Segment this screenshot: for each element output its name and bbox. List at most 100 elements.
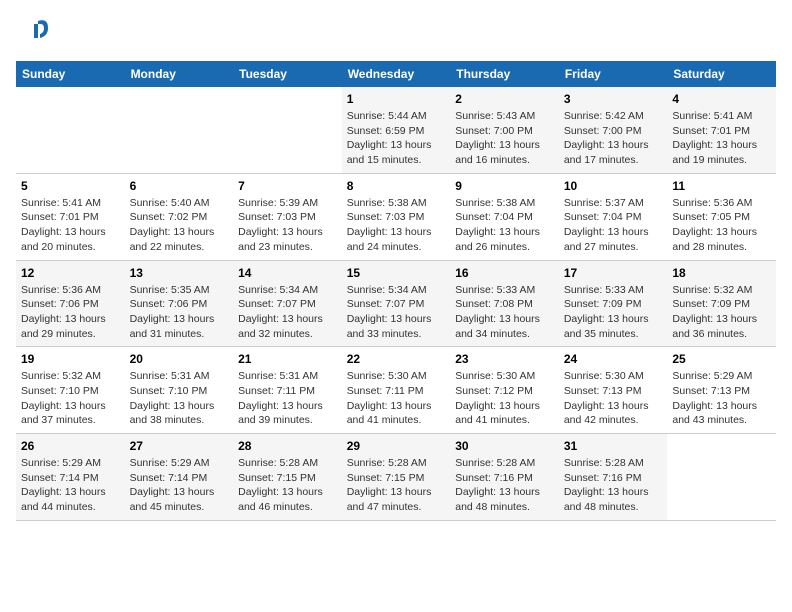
calendar-cell: 1 Sunrise: 5:44 AM Sunset: 6:59 PM Daylig…	[342, 87, 451, 173]
calendar-cell: 16 Sunrise: 5:33 AM Sunset: 7:08 PM Dayli…	[450, 260, 559, 347]
calendar-cell: 25 Sunrise: 5:29 AM Sunset: 7:13 PM Dayli…	[667, 347, 776, 434]
day-info: Sunrise: 5:32 AM Sunset: 7:10 PM Dayligh…	[21, 369, 120, 428]
calendar-cell: 4 Sunrise: 5:41 AM Sunset: 7:01 PM Daylig…	[667, 87, 776, 173]
weekday-header-tuesday: Tuesday	[233, 61, 342, 87]
calendar-cell: 29 Sunrise: 5:28 AM Sunset: 7:15 PM Dayli…	[342, 434, 451, 521]
day-info: Sunrise: 5:32 AM Sunset: 7:09 PM Dayligh…	[672, 283, 771, 342]
calendar-cell: 30 Sunrise: 5:28 AM Sunset: 7:16 PM Dayli…	[450, 434, 559, 521]
calendar-cell: 28Sunrise: 5:28 AM Sunset: 7:15 PM Dayli…	[233, 434, 342, 521]
calendar-cell: 13 Sunrise: 5:35 AM Sunset: 7:06 PM Dayli…	[125, 260, 234, 347]
day-info: Sunrise: 5:33 AM Sunset: 7:09 PM Dayligh…	[564, 283, 663, 342]
day-number: 12	[21, 266, 120, 280]
day-number: 4	[672, 92, 771, 106]
calendar-cell: 6 Sunrise: 5:40 AM Sunset: 7:02 PM Daylig…	[125, 173, 234, 260]
weekday-header-wednesday: Wednesday	[342, 61, 451, 87]
day-info: Sunrise: 5:34 AM Sunset: 7:07 PM Dayligh…	[238, 283, 337, 342]
day-number: 3	[564, 92, 663, 106]
day-number: 19	[21, 352, 120, 366]
day-number: 21	[238, 352, 337, 366]
calendar-cell: 11 Sunrise: 5:36 AM Sunset: 7:05 PM Dayli…	[667, 173, 776, 260]
day-number: 1	[347, 92, 446, 106]
day-number: 9	[455, 179, 554, 193]
day-number: 13	[130, 266, 229, 280]
day-number: 10	[564, 179, 663, 193]
week-row-2: 5 Sunrise: 5:41 AM Sunset: 7:01 PM Daylig…	[16, 173, 776, 260]
calendar-cell: 3 Sunrise: 5:42 AM Sunset: 7:00 PM Daylig…	[559, 87, 668, 173]
day-info: Sunrise: 5:33 AM Sunset: 7:08 PM Dayligh…	[455, 283, 554, 342]
calendar-cell: 20 Sunrise: 5:31 AM Sunset: 7:10 PM Dayli…	[125, 347, 234, 434]
day-number: 15	[347, 266, 446, 280]
week-row-4: 19 Sunrise: 5:32 AM Sunset: 7:10 PM Dayli…	[16, 347, 776, 434]
day-info: Sunrise: 5:28 AM Sunset: 7:15 PM Dayligh…	[347, 456, 446, 515]
day-number: 6	[130, 179, 229, 193]
day-number: 26	[21, 439, 120, 453]
day-info: Sunrise: 5:41 AM Sunset: 7:01 PM Dayligh…	[672, 109, 771, 168]
day-number: 11	[672, 179, 771, 193]
day-info: Sunrise: 5:31 AM Sunset: 7:10 PM Dayligh…	[130, 369, 229, 428]
day-info: Sunrise: 5:37 AM Sunset: 7:04 PM Dayligh…	[564, 196, 663, 255]
day-info: Sunrise: 5:34 AM Sunset: 7:07 PM Dayligh…	[347, 283, 446, 342]
calendar-table: SundayMondayTuesdayWednesdayThursdayFrid…	[16, 61, 776, 521]
day-number: 16	[455, 266, 554, 280]
calendar-cell: 21Sunrise: 5:31 AM Sunset: 7:11 PM Dayli…	[233, 347, 342, 434]
weekday-header-thursday: Thursday	[450, 61, 559, 87]
calendar-cell: 17Sunrise: 5:33 AM Sunset: 7:09 PM Dayli…	[559, 260, 668, 347]
day-number: 18	[672, 266, 771, 280]
day-info: Sunrise: 5:35 AM Sunset: 7:06 PM Dayligh…	[130, 283, 229, 342]
weekday-header-friday: Friday	[559, 61, 668, 87]
day-info: Sunrise: 5:43 AM Sunset: 7:00 PM Dayligh…	[455, 109, 554, 168]
calendar-cell	[667, 434, 776, 521]
header	[16, 16, 776, 51]
day-number: 14	[238, 266, 337, 280]
day-number: 31	[564, 439, 663, 453]
day-info: Sunrise: 5:28 AM Sunset: 7:16 PM Dayligh…	[455, 456, 554, 515]
day-info: Sunrise: 5:42 AM Sunset: 7:00 PM Dayligh…	[564, 109, 663, 168]
day-number: 8	[347, 179, 446, 193]
logo-icon	[20, 16, 50, 46]
weekday-header-monday: Monday	[125, 61, 234, 87]
day-info: Sunrise: 5:39 AM Sunset: 7:03 PM Dayligh…	[238, 196, 337, 255]
day-number: 30	[455, 439, 554, 453]
calendar-cell: 8 Sunrise: 5:38 AM Sunset: 7:03 PM Daylig…	[342, 173, 451, 260]
day-info: Sunrise: 5:30 AM Sunset: 7:13 PM Dayligh…	[564, 369, 663, 428]
logo	[16, 16, 52, 51]
day-info: Sunrise: 5:29 AM Sunset: 7:14 PM Dayligh…	[21, 456, 120, 515]
week-row-5: 26 Sunrise: 5:29 AM Sunset: 7:14 PM Dayli…	[16, 434, 776, 521]
week-row-1: 1 Sunrise: 5:44 AM Sunset: 6:59 PM Daylig…	[16, 87, 776, 173]
calendar-cell: 27 Sunrise: 5:29 AM Sunset: 7:14 PM Dayli…	[125, 434, 234, 521]
day-info: Sunrise: 5:41 AM Sunset: 7:01 PM Dayligh…	[21, 196, 120, 255]
calendar-cell	[125, 87, 234, 173]
day-number: 20	[130, 352, 229, 366]
weekday-header-saturday: Saturday	[667, 61, 776, 87]
day-info: Sunrise: 5:29 AM Sunset: 7:14 PM Dayligh…	[130, 456, 229, 515]
day-number: 29	[347, 439, 446, 453]
day-info: Sunrise: 5:29 AM Sunset: 7:13 PM Dayligh…	[672, 369, 771, 428]
day-info: Sunrise: 5:38 AM Sunset: 7:03 PM Dayligh…	[347, 196, 446, 255]
calendar-cell: 23Sunrise: 5:30 AM Sunset: 7:12 PM Dayli…	[450, 347, 559, 434]
day-info: Sunrise: 5:38 AM Sunset: 7:04 PM Dayligh…	[455, 196, 554, 255]
day-info: Sunrise: 5:36 AM Sunset: 7:06 PM Dayligh…	[21, 283, 120, 342]
day-info: Sunrise: 5:28 AM Sunset: 7:16 PM Dayligh…	[564, 456, 663, 515]
day-info: Sunrise: 5:36 AM Sunset: 7:05 PM Dayligh…	[672, 196, 771, 255]
calendar-cell	[16, 87, 125, 173]
day-info: Sunrise: 5:44 AM Sunset: 6:59 PM Dayligh…	[347, 109, 446, 168]
calendar-cell: 5 Sunrise: 5:41 AM Sunset: 7:01 PM Daylig…	[16, 173, 125, 260]
day-number: 2	[455, 92, 554, 106]
week-row-3: 12 Sunrise: 5:36 AM Sunset: 7:06 PM Dayli…	[16, 260, 776, 347]
day-number: 5	[21, 179, 120, 193]
calendar-cell: 7Sunrise: 5:39 AM Sunset: 7:03 PM Daylig…	[233, 173, 342, 260]
calendar-cell: 14 Sunrise: 5:34 AM Sunset: 7:07 PM Dayli…	[233, 260, 342, 347]
calendar-cell: 10 Sunrise: 5:37 AM Sunset: 7:04 PM Dayli…	[559, 173, 668, 260]
calendar-cell: 24 Sunrise: 5:30 AM Sunset: 7:13 PM Dayli…	[559, 347, 668, 434]
day-number: 22	[347, 352, 446, 366]
calendar-cell: 9 Sunrise: 5:38 AM Sunset: 7:04 PM Daylig…	[450, 173, 559, 260]
calendar-cell: 19 Sunrise: 5:32 AM Sunset: 7:10 PM Dayli…	[16, 347, 125, 434]
day-number: 24	[564, 352, 663, 366]
calendar-cell: 31 Sunrise: 5:28 AM Sunset: 7:16 PM Dayli…	[559, 434, 668, 521]
day-number: 25	[672, 352, 771, 366]
day-number: 27	[130, 439, 229, 453]
day-number: 23	[455, 352, 554, 366]
weekday-header-row: SundayMondayTuesdayWednesdayThursdayFrid…	[16, 61, 776, 87]
day-info: Sunrise: 5:40 AM Sunset: 7:02 PM Dayligh…	[130, 196, 229, 255]
day-info: Sunrise: 5:28 AM Sunset: 7:15 PM Dayligh…	[238, 456, 337, 515]
